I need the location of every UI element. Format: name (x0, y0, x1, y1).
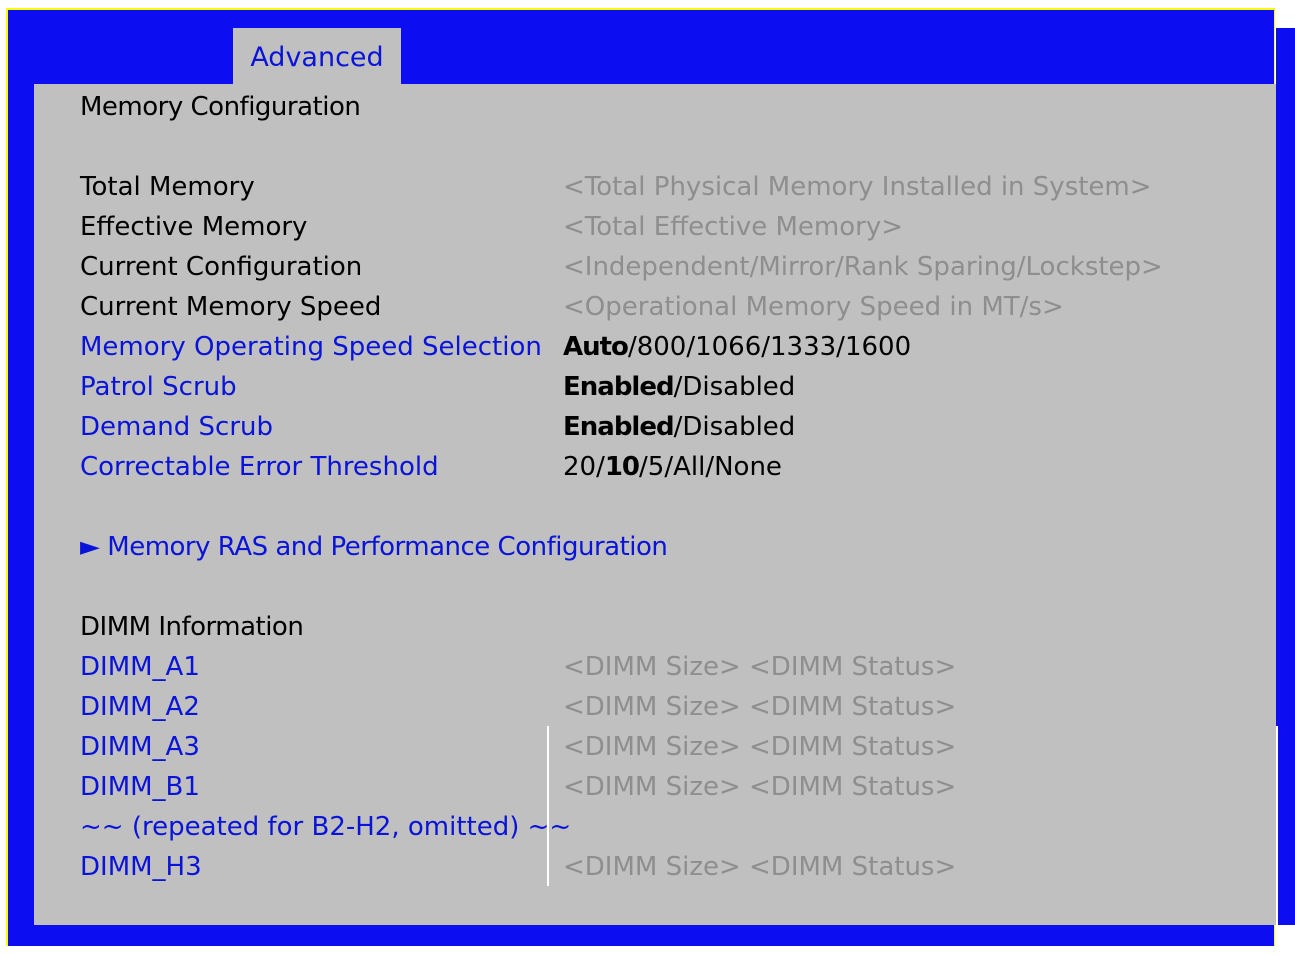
info-label-current-memory-speed: Current Memory Speed (80, 292, 382, 322)
submenu-label: Memory RAS and Performance Configuration (107, 532, 668, 562)
dimm-value: <DIMM Size> <DIMM Status> (563, 652, 957, 682)
option-default: Enabled (563, 412, 675, 442)
setting-patrol-scrub[interactable]: Patrol Scrub (80, 367, 237, 407)
dimm-value: <DIMM Size> <DIMM Status> (563, 772, 957, 802)
option-default: Enabled (563, 372, 675, 402)
dimm-label[interactable]: DIMM_H3 (80, 847, 202, 887)
info-label-current-configuration: Current Configuration (80, 252, 363, 282)
setting-demand-scrub[interactable]: Demand Scrub (80, 407, 273, 447)
setting-value-memory-operating-speed[interactable]: Auto/800/1066/1333/1600 (563, 327, 911, 367)
option-suffix: /5/All/None (639, 452, 782, 482)
setting-memory-operating-speed[interactable]: Memory Operating Speed Selection (80, 327, 542, 367)
setting-value-demand-scrub[interactable]: Enabled/Disabled (563, 407, 795, 447)
setting-value-patrol-scrub[interactable]: Enabled/Disabled (563, 367, 795, 407)
option-default: Auto (563, 332, 629, 362)
dimm-label[interactable]: DIMM_A3 (80, 727, 200, 767)
column-divider (547, 726, 549, 886)
bios-left-border (8, 28, 34, 925)
dimm-value: <DIMM Size> <DIMM Status> (563, 692, 957, 722)
dimm-value: <DIMM Size> <DIMM Status> (563, 732, 957, 762)
info-value-total-memory: <Total Physical Memory Installed in Syst… (563, 172, 1152, 202)
info-value-current-memory-speed: <Operational Memory Speed in MT/s> (563, 292, 1064, 322)
panel-left-strip (34, 84, 65, 925)
bios-right-border (1276, 28, 1295, 925)
dimm-value: <DIMM Size> <DIMM Status> (563, 852, 957, 882)
info-value-current-configuration: <Independent/Mirror/Rank Sparing/Lockste… (563, 252, 1163, 282)
bios-bottom-bar (8, 925, 1274, 946)
info-value-effective-memory: <Total Effective Memory> (563, 212, 903, 242)
option-default: 10 (604, 452, 640, 482)
setting-value-correctable-error-threshold[interactable]: 20/10/5/All/None (563, 447, 782, 487)
submenu-arrow-icon: ► (80, 532, 100, 562)
setting-correctable-error-threshold[interactable]: Correctable Error Threshold (80, 447, 439, 487)
submenu-memory-ras[interactable]: ► Memory RAS and Performance Configurati… (80, 527, 668, 567)
dimm-label[interactable]: DIMM_A2 (80, 687, 200, 727)
option-prefix: 20/ (563, 452, 605, 482)
info-label-effective-memory: Effective Memory (80, 212, 308, 242)
page-title: Memory Configuration (80, 92, 361, 122)
dimm-label[interactable]: DIMM_A1 (80, 647, 200, 687)
info-label-total-memory: Total Memory (80, 172, 255, 202)
dimm-omitted-note: ~~ (repeated for B2-H2, omitted) ~~ (80, 812, 572, 842)
option-suffix: /Disabled (673, 412, 796, 442)
right-edge-highlight (1276, 726, 1278, 926)
tab-advanced[interactable]: Advanced (233, 28, 401, 84)
dimm-section-title: DIMM Information (80, 612, 304, 642)
option-suffix: /Disabled (673, 372, 796, 402)
option-suffix: /800/1066/1333/1600 (627, 332, 912, 362)
dimm-label[interactable]: DIMM_B1 (80, 767, 200, 807)
